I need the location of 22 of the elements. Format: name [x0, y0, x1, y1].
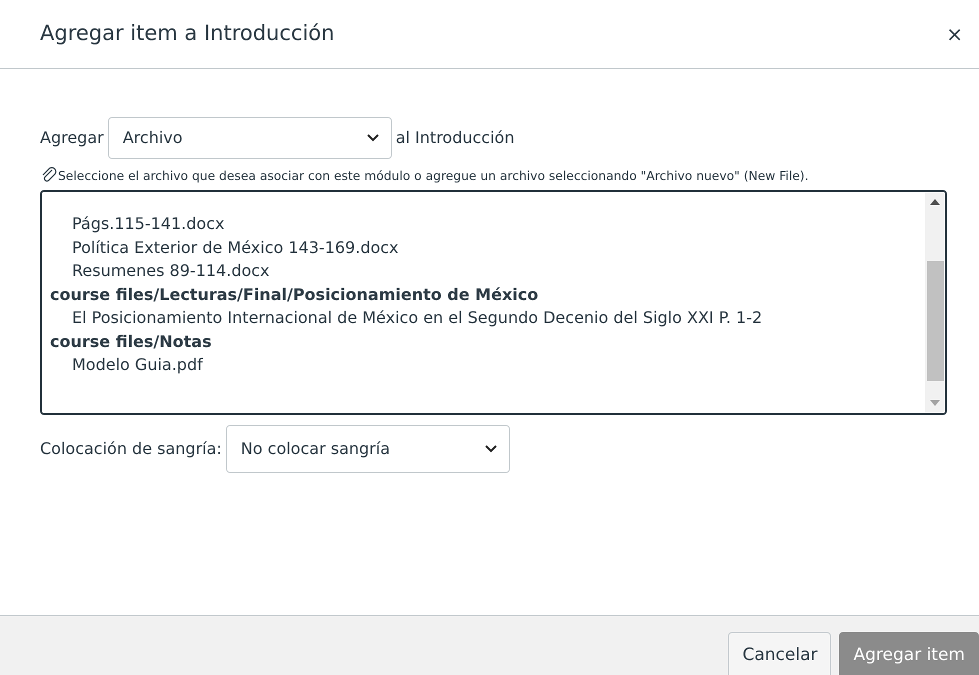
scroll-down-icon[interactable]: [930, 400, 940, 406]
dialog-title: Agregar item a Introducción: [40, 21, 334, 47]
file-option[interactable]: Política Exterior de México 143-169.docx: [42, 236, 925, 259]
folder-heading: course files/Lecturas/Final/Posicionamiento de México: [49, 284, 540, 306]
file-option[interactable]: Resumenes 89-114.docx: [42, 259, 925, 282]
hint-text: Seleccione el archivo que desea asociar con este módulo o agregue un archivo seleccionando "Archivo nuevo" (New File).: [58, 169, 809, 183]
cancel-button[interactable]: Cancelar: [728, 632, 832, 675]
scrollbar[interactable]: [925, 192, 945, 413]
item-type-select[interactable]: Archivo: [108, 117, 392, 159]
file-option[interactable]: Págs.115-141.docx: [42, 212, 925, 236]
add-label: Agregar: [40, 127, 104, 149]
scroll-up-icon[interactable]: [930, 199, 940, 205]
folder-heading: course files/Notas: [49, 330, 213, 352]
close-button[interactable]: ×: [944, 19, 965, 49]
indent-select[interactable]: No colocar sangría: [226, 425, 510, 473]
file-listbox[interactable]: [40, 190, 947, 415]
paperclip-icon: [40, 166, 58, 184]
indent-label: Colocación de sangría:: [40, 438, 222, 460]
file-option[interactable]: Modelo Guia.pdf: [42, 353, 925, 376]
module-label: al Introducción: [396, 127, 514, 149]
file-option[interactable]: El Posicionamiento Internacional de México en el Segundo Decenio del Siglo XXI P. 1-2: [42, 306, 925, 330]
scroll-thumb[interactable]: [926, 261, 944, 381]
